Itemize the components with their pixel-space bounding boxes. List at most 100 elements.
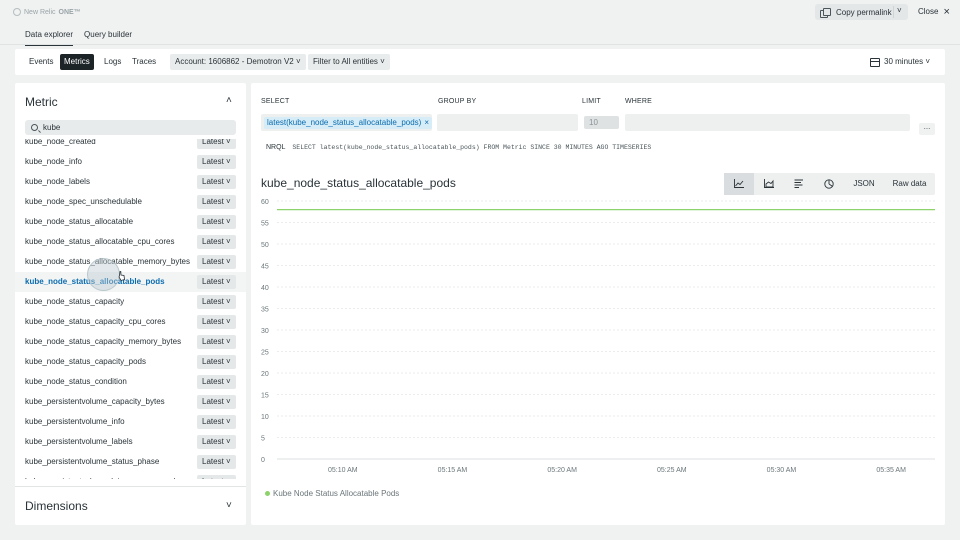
aggregation-dropdown[interactable]: Latest ˅ <box>197 139 236 149</box>
tab-metrics[interactable]: Metrics <box>60 54 94 70</box>
metric-list-item[interactable]: kube_node_spec_unschedulable Latest ˅ <box>15 192 246 212</box>
aggregation-dropdown[interactable]: Latest ˅ <box>197 155 236 169</box>
metric-search-input[interactable] <box>43 123 223 132</box>
aggregation-dropdown[interactable]: Latest ˅ <box>197 175 236 189</box>
divider <box>0 44 960 45</box>
group-by-field[interactable] <box>437 114 578 131</box>
raw-data-button[interactable]: Raw data <box>884 173 935 195</box>
aggregation-dropdown[interactable]: Latest ˅ <box>197 235 236 249</box>
aggregation-dropdown[interactable]: Latest ˅ <box>197 215 236 229</box>
account-dropdown[interactable]: Account: 1606862 - Demotron V2 ˅ <box>170 54 306 70</box>
metric-list-item[interactable]: kube_node_labels Latest ˅ <box>15 172 246 192</box>
metric-name: kube_persistentvolume_labels <box>25 437 133 446</box>
bar-chart-button[interactable] <box>784 173 814 195</box>
select-label: SELECT <box>261 98 290 105</box>
metric-list: kube_node_created Latest ˅ kube_node_info L… <box>15 139 246 479</box>
chevron-down-icon[interactable]: ˅ <box>897 6 902 15</box>
aggregation-dropdown[interactable]: Latest ˅ <box>197 435 236 449</box>
metric-list-item[interactable]: kube_node_status_capacity_pods Latest ˅ <box>15 352 246 372</box>
y-tick-label: 55 <box>261 221 269 228</box>
pointer-cursor-icon <box>118 271 125 281</box>
aggregation-dropdown[interactable]: Latest ˅ <box>197 295 236 309</box>
metric-name: kube_node_info <box>25 157 82 166</box>
aggregation-dropdown[interactable]: Latest ˅ <box>197 395 236 409</box>
close-button[interactable]: Close × <box>918 5 950 18</box>
top-bar: New Relic ONE™ Copy permalink ˅ Close × <box>0 0 960 24</box>
tab-events[interactable]: Events <box>25 54 57 70</box>
divider <box>15 486 246 487</box>
metric-list-item[interactable]: kube_node_status_condition Latest ˅ <box>15 372 246 392</box>
y-tick-label: 40 <box>261 285 269 292</box>
y-tick-label: 35 <box>261 307 269 314</box>
metric-name: kube_node_status_allocatable <box>25 217 134 226</box>
metric-list-item[interactable]: kube_persistentvolume_capacity_bytes Late… <box>15 392 246 412</box>
aggregation-dropdown[interactable]: Latest ˅ <box>197 415 236 429</box>
metric-name: kube_node_status_condition <box>25 377 127 386</box>
chevron-up-icon[interactable]: ˄ <box>226 95 232 106</box>
metric-name: kube_persistentvolumeclaim_access_mode <box>25 477 180 479</box>
aggregation-dropdown[interactable]: Latest ˅ <box>197 355 236 369</box>
group-by-label: GROUP BY <box>438 98 477 105</box>
metric-name: kube_node_labels <box>25 177 90 186</box>
metric-name: kube_node_created <box>25 139 96 146</box>
copy-permalink-label: Copy permalink <box>836 7 892 17</box>
select-chip[interactable]: latest(kube_node_status_allocatable_pods… <box>264 117 433 129</box>
metric-list-item[interactable]: kube_node_status_capacity_cpu_cores Lates… <box>15 312 246 332</box>
json-button[interactable]: JSON <box>844 173 884 195</box>
entity-filter-dropdown[interactable]: Filter to All entities ˅ <box>308 54 390 70</box>
y-tick-label: 60 <box>261 199 269 206</box>
time-picker-label: 30 minutes ˅ <box>884 57 931 66</box>
aggregation-dropdown[interactable]: Latest ˅ <box>197 255 236 269</box>
metric-list-item[interactable]: kube_node_info Latest ˅ <box>15 152 246 172</box>
aggregation-dropdown[interactable]: Latest ˅ <box>197 455 236 469</box>
legend-label: Kube Node Status Allocatable Pods <box>273 489 400 498</box>
time-picker[interactable]: 30 minutes ˅ <box>870 54 930 70</box>
tab-logs[interactable]: Logs <box>100 54 125 70</box>
metric-list-item[interactable]: kube_persistentvolume_labels Latest ˅ <box>15 432 246 452</box>
metric-name: kube_node_status_capacity <box>25 297 125 306</box>
metric-name: kube_node_status_allocatable_cpu_cores <box>25 237 175 246</box>
pie-chart-icon <box>824 179 834 189</box>
copy-permalink-button[interactable]: Copy permalink ˅ <box>815 4 908 20</box>
metric-list-item[interactable]: kube_node_status_allocatable_cpu_cores La… <box>15 232 246 252</box>
nrql-query[interactable]: SELECT latest(kube_node_status_allocatab… <box>292 144 651 151</box>
aggregation-dropdown[interactable]: Latest ˅ <box>197 335 236 349</box>
remove-icon[interactable]: × <box>424 118 429 127</box>
chart-legend[interactable]: Kube Node Status Allocatable Pods <box>265 489 399 498</box>
aggregation-dropdown[interactable]: Latest ˅ <box>197 315 236 329</box>
limit-input[interactable]: 10 <box>584 116 619 129</box>
line-chart-button[interactable] <box>724 173 754 195</box>
more-options-button[interactable]: ... <box>919 123 935 135</box>
metric-list-item[interactable]: kube_node_status_allocatable_pods Latest … <box>15 272 246 292</box>
metric-list-item[interactable]: kube_persistentvolume_status_phase Latest… <box>15 452 246 472</box>
divider <box>893 6 894 18</box>
where-field[interactable] <box>625 114 910 131</box>
metric-search[interactable] <box>25 120 236 135</box>
dimensions-title[interactable]: Dimensions <box>25 499 88 513</box>
aggregation-dropdown[interactable]: Latest ˅ <box>197 195 236 209</box>
metric-list-item[interactable]: kube_node_status_capacity_memory_bytes La… <box>15 332 246 352</box>
metric-list-item[interactable]: kube_persistentvolume_info Latest ˅ <box>15 412 246 432</box>
aggregation-dropdown[interactable]: Latest ˅ <box>197 475 236 479</box>
metric-name: kube_node_spec_unschedulable <box>25 197 142 206</box>
metric-list-item[interactable]: kube_node_status_allocatable_memory_byte… <box>15 252 246 272</box>
tab-traces[interactable]: Traces <box>128 54 160 70</box>
close-icon: × <box>943 5 950 18</box>
metric-list-item[interactable]: kube_node_created Latest ˅ <box>15 139 246 152</box>
metric-name: kube_node_status_capacity_memory_bytes <box>25 337 182 346</box>
metric-list-item[interactable]: kube_node_status_allocatable Latest ˅ <box>15 212 246 232</box>
line-chart: 0 5 10 15 20 25 30 35 40 45 50 55 60 05:10 AM 05:15 AM… <box>261 199 935 474</box>
area-chart-button[interactable] <box>754 173 784 195</box>
y-tick-label: 20 <box>261 371 269 378</box>
metric-list-item[interactable]: kube_node_status_capacity Latest ˅ <box>15 292 246 312</box>
metric-list-item[interactable]: kube_persistentvolumeclaim_access_mode La… <box>15 472 246 479</box>
calendar-icon <box>870 57 880 67</box>
chevron-down-icon[interactable]: ˅ <box>226 500 232 511</box>
select-chip-label: latest(kube_node_status_allocatable_pods… <box>267 118 422 127</box>
line-chart-icon <box>734 179 744 188</box>
aggregation-dropdown[interactable]: Latest ˅ <box>197 375 236 389</box>
y-tick-label: 5 <box>261 436 265 443</box>
nrql-keyword: NRQL <box>266 144 286 151</box>
aggregation-dropdown[interactable]: Latest ˅ <box>197 275 236 289</box>
pie-chart-button[interactable] <box>814 173 844 195</box>
